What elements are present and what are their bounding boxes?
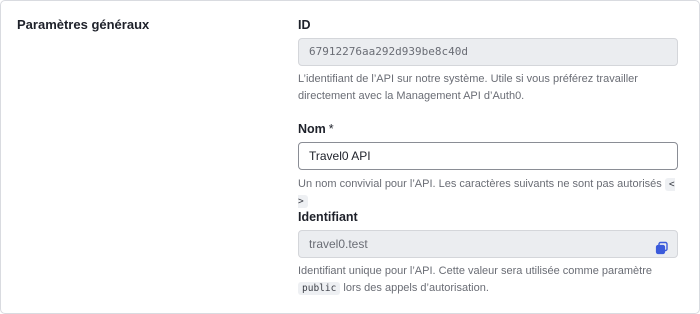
name-input[interactable]: Travel0 API <box>298 142 678 170</box>
identifier-value: travel0.test <box>309 237 368 251</box>
identifier-label: Identifiant <box>298 210 358 224</box>
public-code: public <box>298 282 341 295</box>
name-label: Nom * <box>298 122 334 136</box>
id-field[interactable]: 67912276aa292d939be8c40d <box>298 38 678 66</box>
id-label: ID <box>298 18 311 32</box>
name-value: Travel0 API <box>309 149 371 163</box>
name-label-text: Nom <box>298 122 326 136</box>
copy-icon[interactable] <box>655 238 669 255</box>
general-settings-card: Paramètres généraux ID 67912276aa292d939… <box>0 0 700 314</box>
required-mark: * <box>328 122 334 136</box>
name-help-label: Un nom convivial pour l’API. Les caractè… <box>298 178 662 190</box>
identifier-field[interactable]: travel0.test <box>298 230 678 258</box>
identifier-help-text: Identifiant unique pour l’API. Cette val… <box>298 263 688 297</box>
id-value: 67912276aa292d939be8c40d <box>309 45 468 58</box>
section-title: Paramètres généraux <box>17 17 150 32</box>
id-help-text: L’identifiant de l’API sur notre système… <box>298 73 638 102</box>
identifier-help-before: Identifiant unique pour l’API. Cette val… <box>298 265 653 277</box>
identifier-help-after: lors des appels d’autorisation. <box>340 282 489 294</box>
name-help-text: Un nom convivial pour l’API. Les caractè… <box>298 176 688 210</box>
